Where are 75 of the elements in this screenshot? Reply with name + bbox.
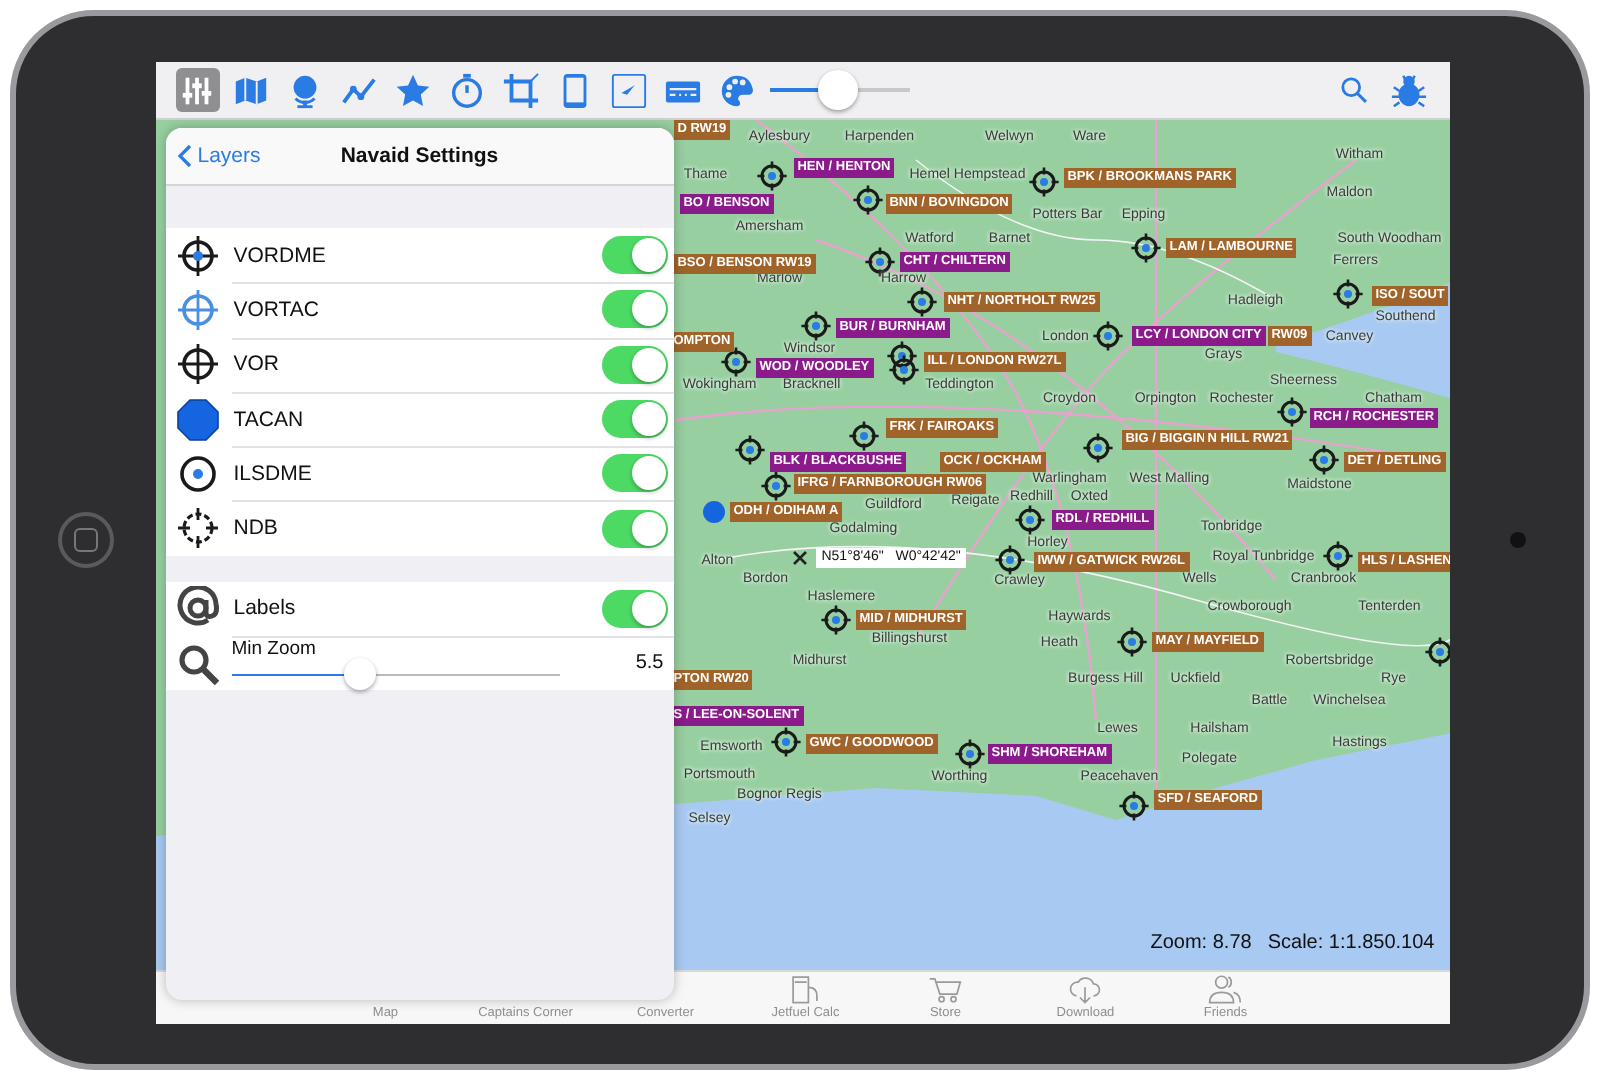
navaid-icon[interactable]: [1115, 626, 1148, 658]
chevron-left-icon: [177, 144, 192, 168]
navaid-icon[interactable]: [769, 726, 802, 758]
vordme-icon: [175, 233, 220, 278]
navaid-icon[interactable]: [1013, 504, 1046, 536]
navaid-icon[interactable]: [755, 160, 788, 192]
navaid-icon[interactable]: [953, 738, 986, 770]
navaid-icon[interactable]: [887, 354, 920, 386]
people-icon[interactable]: [1208, 972, 1243, 1006]
home-button[interactable]: [57, 512, 114, 568]
navaid-icon[interactable]: [759, 470, 792, 502]
navaid-icon[interactable]: [885, 340, 918, 372]
setting-label: Min Zoom: [231, 638, 318, 661]
vor-icon: [175, 342, 220, 387]
navaid-icon[interactable]: [1117, 790, 1150, 822]
navaid-icon[interactable]: [1275, 396, 1308, 428]
camera-icon: [1509, 532, 1526, 548]
ilsdme-icon: [175, 451, 220, 496]
slider-thumb[interactable]: [343, 658, 376, 691]
slider-value: 5.5: [635, 652, 664, 675]
setting-label: TACAN: [233, 407, 306, 432]
tacan-dot-icon[interactable]: [702, 501, 725, 523]
vortac-icon: [175, 287, 220, 332]
tool-button[interactable]: [499, 68, 544, 112]
cart-icon[interactable]: [928, 972, 963, 1006]
navaid-icon[interactable]: [993, 544, 1026, 576]
crop-icon: [502, 71, 541, 109]
setting-label: VOR: [233, 352, 281, 377]
cross-marker-icon: [791, 550, 808, 566]
arrow-square-icon: [610, 71, 649, 109]
palette-icon: [718, 71, 757, 109]
setting-label: ILSDME: [233, 461, 314, 486]
navaid-icon[interactable]: [799, 310, 832, 342]
navaid-icon[interactable]: [1331, 278, 1364, 310]
bug-icon: [1389, 71, 1428, 109]
octagon-icon: [175, 397, 220, 442]
search-icon: [1340, 76, 1369, 104]
toggle-switch[interactable]: [601, 236, 668, 275]
navaid-icon[interactable]: [1081, 432, 1114, 464]
stopwatch-icon: [448, 71, 487, 109]
toggle-switch[interactable]: [601, 345, 668, 384]
toggle-switch[interactable]: [601, 400, 668, 439]
navaid-icon[interactable]: [1091, 320, 1124, 352]
navaid-icon[interactable]: [1027, 166, 1060, 198]
navaid-icon[interactable]: [733, 434, 766, 466]
setting-label: Labels: [233, 596, 298, 621]
toggle-switch[interactable]: [601, 454, 668, 493]
setting-label: VORDME: [233, 243, 328, 268]
at-sign-icon: [175, 586, 220, 631]
ndb-icon: [175, 506, 220, 551]
navaid-icon[interactable]: [819, 604, 852, 636]
toggle-switch[interactable]: [601, 589, 668, 628]
map-scale: Scale: 1:1.850.104: [1267, 932, 1435, 954]
star-icon: [394, 71, 433, 109]
navaid-icon[interactable]: [1307, 444, 1340, 476]
toggle-switch[interactable]: [601, 509, 668, 548]
navaid-icon[interactable]: [719, 346, 752, 378]
setting-label: NDB: [233, 516, 280, 541]
zoom-level: Zoom: 8.78: [1150, 932, 1252, 954]
tool-button[interactable]: [607, 68, 652, 112]
navaid-icon[interactable]: [1423, 636, 1451, 668]
navaid-icon[interactable]: [905, 286, 938, 318]
magnifier-icon: [175, 641, 220, 686]
setting-label: VORTAC: [233, 297, 322, 322]
panel-title: Navaid Settings: [340, 144, 499, 168]
toggle-switch[interactable]: [601, 290, 668, 329]
navaid-icon[interactable]: [847, 420, 880, 452]
back-button[interactable]: Layers: [165, 144, 261, 168]
navaid-icon[interactable]: [1321, 540, 1354, 572]
tool-button[interactable]: [175, 68, 220, 112]
slider-thumb[interactable]: [818, 70, 859, 110]
navaid-icon[interactable]: [1129, 232, 1162, 264]
navaid-icon[interactable]: [851, 184, 884, 216]
fuel-pump-icon[interactable]: [788, 972, 823, 1006]
cloud-download-icon[interactable]: [1068, 972, 1103, 1006]
